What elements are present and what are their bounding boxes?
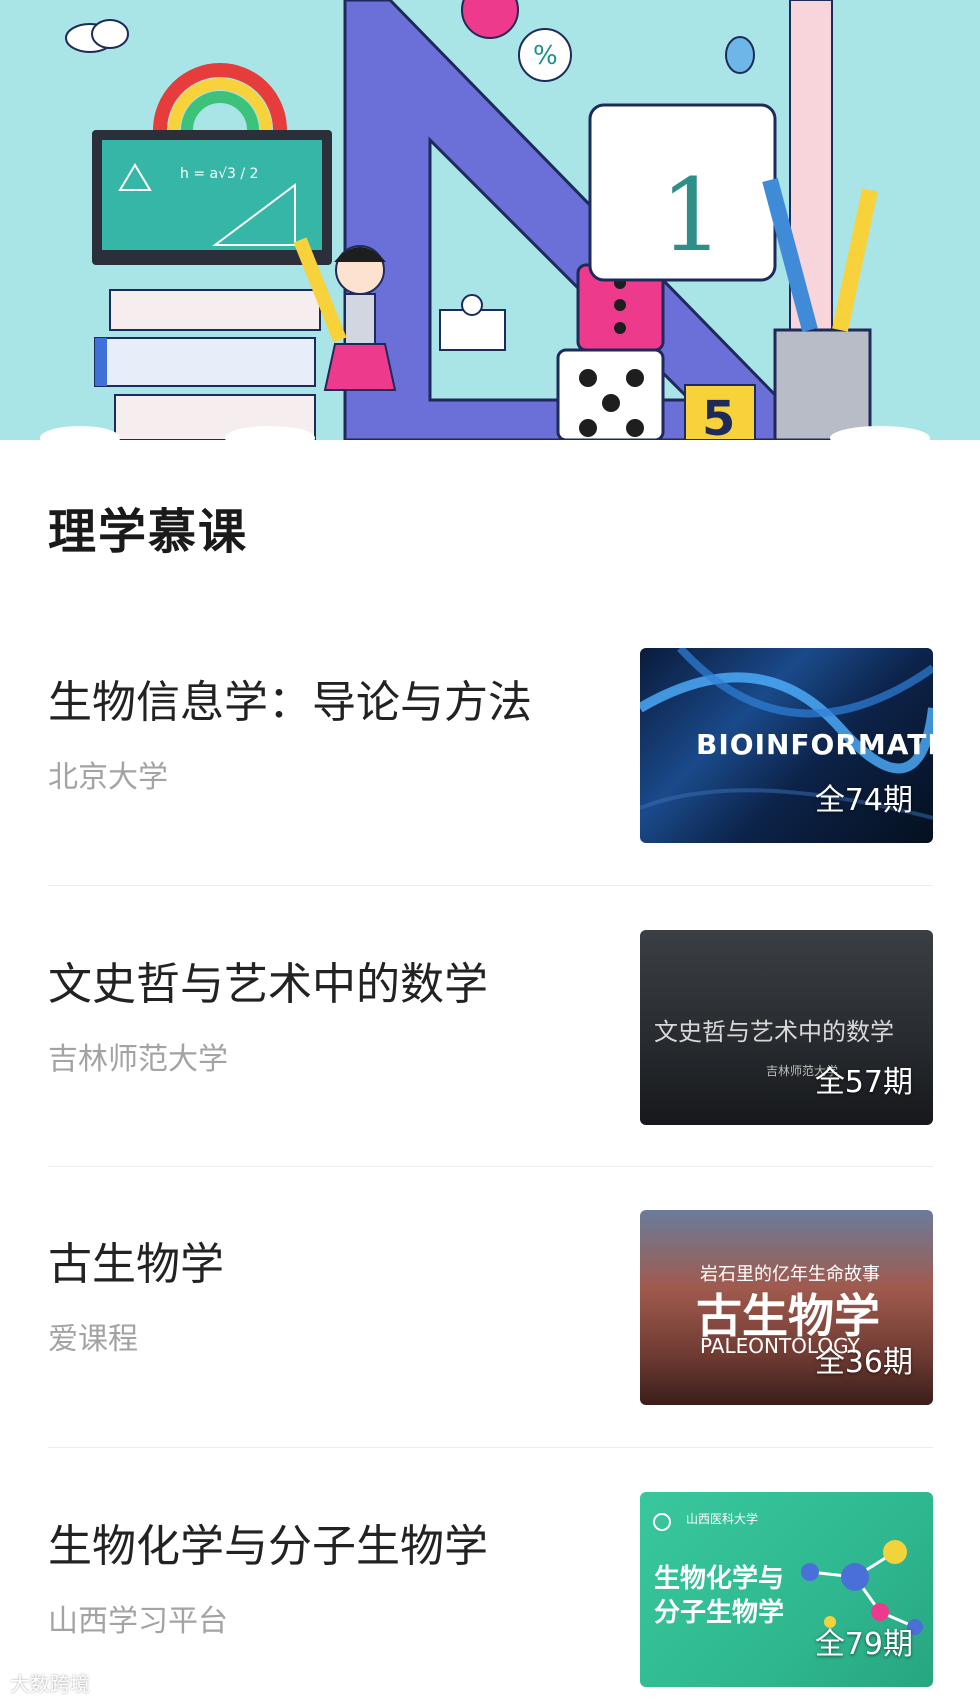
svg-text:h = a√3 / 2: h = a√3 / 2 — [180, 166, 258, 182]
watermark: 大数跨境 — [10, 1672, 90, 1696]
episode-count: 全74期 — [814, 783, 913, 818]
thumbnail-title: 生物化学与分子生物学 — [654, 1564, 785, 1628]
thumbnail-header: 山西医科大学 — [686, 1512, 759, 1526]
divider — [48, 1166, 933, 1167]
course-school: 吉林师范大学 — [48, 1042, 228, 1077]
divider — [48, 1447, 933, 1448]
thumbnail-title: 文史哲与艺术中的数学 — [654, 1018, 894, 1046]
course-thumbnail[interactable]: 山西医科大学 生物化学与分子生物学 全79期 — [640, 1492, 933, 1687]
svg-text:%: % — [533, 41, 558, 71]
course-item[interactable]: 古生物学 爱课程 岩石里的亿年生命故事 古生物学 PALEONTOLOGY 全3… — [0, 1210, 980, 1410]
course-school: 北京大学 — [48, 760, 168, 795]
course-school: 山西学习平台 — [48, 1604, 228, 1639]
thumbnail-title: BIOINFORMATICS — [696, 728, 933, 761]
course-item[interactable]: 文史哲与艺术中的数学 吉林师范大学 文史哲与艺术中的数学 吉林师范大学 全57期 — [0, 930, 980, 1130]
episode-count: 全57期 — [814, 1065, 913, 1100]
course-item[interactable]: 生物化学与分子生物学 山西学习平台 山西医科大学 生物化学与分子生物学 全79期 — [0, 1492, 980, 1692]
episode-count: 全36期 — [814, 1345, 913, 1380]
course-title: 生物化学与分子生物学 — [48, 1521, 488, 1572]
divider — [48, 885, 933, 886]
section-title: 理学慕课 — [48, 504, 249, 560]
svg-text:5: 5 — [702, 391, 735, 440]
header-banner-illustration: h = a√3 / 2 1 5 % — [0, 0, 980, 440]
episode-count: 全79期 — [814, 1627, 913, 1662]
svg-text:1: 1 — [660, 157, 724, 274]
course-title: 文史哲与艺术中的数学 — [48, 959, 488, 1010]
course-thumbnail[interactable]: 文史哲与艺术中的数学 吉林师范大学 全57期 — [640, 930, 933, 1125]
course-title: 生物信息学：导论与方法 — [48, 677, 532, 728]
course-title: 古生物学 — [48, 1239, 224, 1290]
course-item[interactable]: 生物信息学：导论与方法 北京大学 BIOINFORMATICS 全74期 — [0, 648, 980, 848]
course-thumbnail[interactable]: BIOINFORMATICS 全74期 — [640, 648, 933, 843]
course-school: 爱课程 — [48, 1322, 138, 1357]
course-thumbnail[interactable]: 岩石里的亿年生命故事 古生物学 PALEONTOLOGY 全36期 — [640, 1210, 933, 1405]
